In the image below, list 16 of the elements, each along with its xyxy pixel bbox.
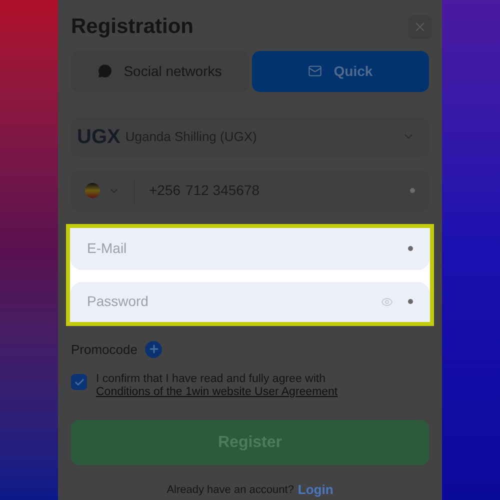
mail-icon bbox=[308, 64, 322, 78]
add-promocode-button[interactable] bbox=[145, 340, 162, 358]
password-field[interactable]: Password bbox=[70, 282, 430, 322]
close-icon bbox=[413, 20, 427, 34]
chat-icon bbox=[98, 64, 112, 78]
password-input[interactable]: Password bbox=[87, 291, 381, 312]
tab[interactable]: Quick bbox=[252, 51, 429, 92]
plus-icon bbox=[148, 343, 160, 356]
check-icon bbox=[74, 376, 84, 388]
email-field[interactable]: E-Mail bbox=[70, 228, 430, 270]
close-button[interactable] bbox=[408, 15, 432, 39]
login-link[interactable]: Login bbox=[298, 480, 334, 500]
flag-icon bbox=[85, 183, 100, 198]
email-input[interactable]: E-Mail bbox=[87, 238, 408, 260]
agreement-checkbox[interactable] bbox=[71, 374, 87, 390]
eye-icon[interactable] bbox=[381, 296, 393, 308]
